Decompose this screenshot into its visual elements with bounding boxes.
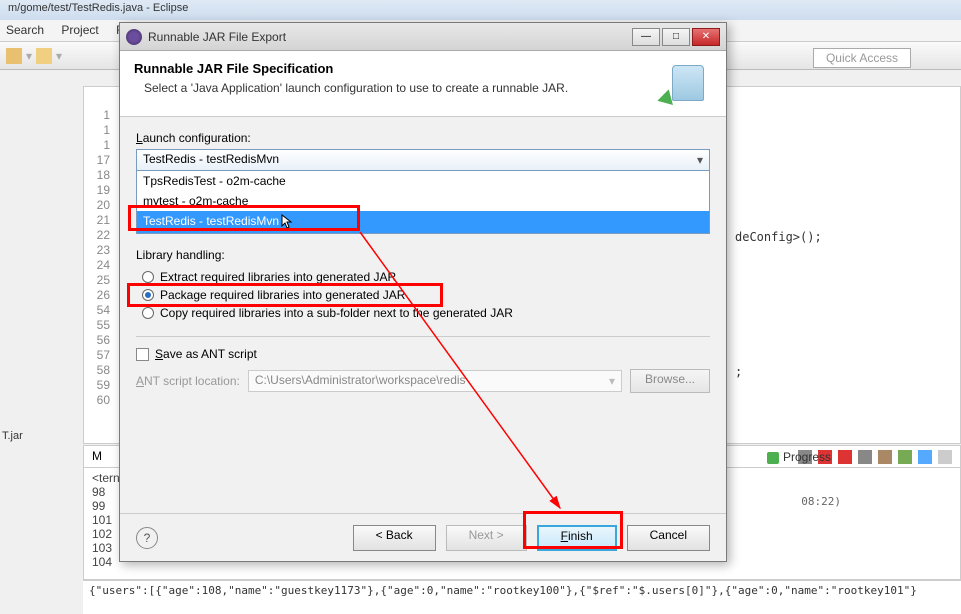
radio-button[interactable] bbox=[142, 271, 154, 283]
ant-location-label: ANT script location: bbox=[136, 374, 240, 388]
dropdown-item[interactable]: mytest - o2m-cache bbox=[137, 191, 709, 211]
radio-label: Extract required libraries into generate… bbox=[160, 270, 396, 284]
progress-tab[interactable]: Progress bbox=[767, 450, 831, 464]
next-button: Next > bbox=[446, 525, 527, 551]
line-number: 21 bbox=[88, 213, 110, 228]
header-description: Select a 'Java Application' launch confi… bbox=[134, 81, 712, 95]
jar-export-icon bbox=[666, 59, 714, 107]
open-icon[interactable] bbox=[36, 48, 52, 64]
line-number: 1 bbox=[88, 138, 110, 153]
line-number: 18 bbox=[88, 168, 110, 183]
line-number: 55 bbox=[88, 318, 110, 333]
dialog-titlebar[interactable]: Runnable JAR File Export — □ ✕ bbox=[120, 23, 726, 51]
terminal-timestamp: 08:22) bbox=[801, 495, 841, 508]
line-number: 60 bbox=[88, 393, 110, 408]
radio-button[interactable] bbox=[142, 307, 154, 319]
cancel-button[interactable]: Cancel bbox=[627, 525, 710, 551]
line-number: 26 bbox=[88, 288, 110, 303]
line-number: 22 bbox=[88, 228, 110, 243]
browse-button: Browse... bbox=[630, 369, 710, 393]
eclipse-titlebar: m/gome/test/TestRedis.java - Eclipse bbox=[0, 0, 961, 20]
close-button[interactable]: ✕ bbox=[692, 28, 720, 46]
radio-option[interactable]: Copy required libraries into a sub-folde… bbox=[136, 304, 710, 322]
line-number: 23 bbox=[88, 243, 110, 258]
line-number: 54 bbox=[88, 303, 110, 318]
save-ant-checkbox[interactable] bbox=[136, 348, 149, 361]
line-number: 1 bbox=[88, 108, 110, 123]
maximize-button[interactable]: □ bbox=[662, 28, 690, 46]
radio-label: Copy required libraries into a sub-folde… bbox=[160, 306, 513, 320]
new-icon[interactable] bbox=[6, 48, 22, 64]
dialog-title: Runnable JAR File Export bbox=[148, 30, 630, 44]
menu-search[interactable]: Search bbox=[6, 23, 44, 37]
menu-project[interactable]: Project bbox=[61, 23, 98, 37]
eclipse-icon bbox=[126, 29, 142, 45]
ant-location-input: C:\Users\Administrator\workspace\redis bbox=[248, 370, 622, 392]
line-number: 56 bbox=[88, 333, 110, 348]
save-ant-label: Save as ANT script bbox=[155, 347, 257, 361]
line-number: 57 bbox=[88, 348, 110, 363]
mouse-cursor-icon bbox=[281, 214, 295, 230]
line-number: 58 bbox=[88, 363, 110, 378]
radio-label: Package required libraries into generate… bbox=[160, 288, 405, 302]
clear-icon[interactable] bbox=[858, 450, 872, 464]
line-number: 25 bbox=[88, 273, 110, 288]
help-icon[interactable]: ? bbox=[136, 527, 158, 549]
line-number: 1 bbox=[88, 123, 110, 138]
code-fragment-2: ; bbox=[735, 365, 742, 379]
line-number: 20 bbox=[88, 198, 110, 213]
display-icon[interactable] bbox=[918, 450, 932, 464]
launch-config-label: LLaunch configuration:aunch configuratio… bbox=[136, 131, 710, 145]
dropdown-item[interactable]: TestRedis - testRedisMvn bbox=[137, 211, 709, 233]
launch-config-dropdown: TpsRedisTest - o2m-cachemytest - o2m-cac… bbox=[136, 171, 710, 234]
radio-option[interactable]: Package required libraries into generate… bbox=[136, 286, 710, 304]
pin-icon[interactable] bbox=[898, 450, 912, 464]
bottom-tab[interactable]: M bbox=[92, 449, 102, 464]
bottom-json-output: {"users":[{"age":108,"name":"guestkey117… bbox=[83, 580, 961, 614]
header-title: Runnable JAR File Specification bbox=[134, 61, 712, 76]
progress-icon bbox=[767, 452, 779, 464]
open-console-icon[interactable] bbox=[938, 450, 952, 464]
lock-icon[interactable] bbox=[878, 450, 892, 464]
back-button[interactable]: < Back bbox=[353, 525, 436, 551]
code-fragment: deConfig>(); bbox=[735, 230, 822, 244]
radio-button[interactable] bbox=[142, 289, 154, 301]
quick-access-input[interactable]: Quick Access bbox=[813, 48, 911, 68]
minimize-button[interactable]: — bbox=[632, 28, 660, 46]
export-dialog: Runnable JAR File Export — □ ✕ Runnable … bbox=[119, 22, 727, 562]
remove-all-icon[interactable] bbox=[838, 450, 852, 464]
radio-option[interactable]: Extract required libraries into generate… bbox=[136, 268, 710, 286]
dialog-footer: ? < Back Next > FinishFinish Cancel bbox=[120, 513, 726, 561]
dialog-header: Runnable JAR File Specification Select a… bbox=[120, 51, 726, 117]
library-handling-label: Library handling: bbox=[136, 248, 710, 262]
dropdown-item[interactable]: TpsRedisTest - o2m-cache bbox=[137, 171, 709, 191]
launch-config-combo[interactable]: TestRedis - testRedisMvn bbox=[136, 149, 710, 171]
line-number: 19 bbox=[88, 183, 110, 198]
line-number: 59 bbox=[88, 378, 110, 393]
line-number: 17 bbox=[88, 153, 110, 168]
jar-file-label: T.jar bbox=[2, 430, 23, 442]
line-numbers: 1111718192021222324252654555657585960 bbox=[88, 108, 110, 408]
finish-button[interactable]: FinishFinish bbox=[537, 525, 617, 551]
line-number: 24 bbox=[88, 258, 110, 273]
